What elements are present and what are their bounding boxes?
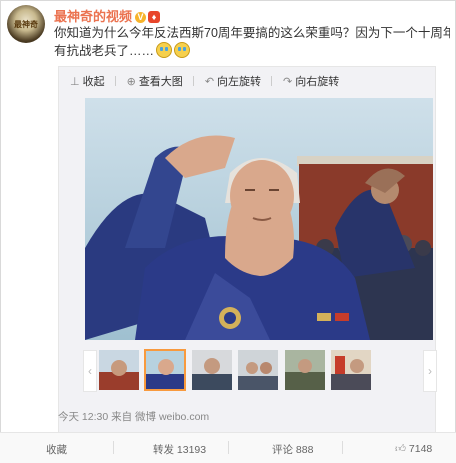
divider <box>114 76 116 86</box>
thumbnail[interactable] <box>192 350 232 390</box>
collapse-label: 收起 <box>82 76 105 88</box>
thumbnail-image <box>145 350 185 390</box>
username[interactable]: 最神奇的视频 V ♦ <box>54 6 161 25</box>
divider <box>271 76 273 86</box>
username-text[interactable]: 最神奇的视频 <box>54 9 132 24</box>
crying-emoji-icon <box>174 42 191 58</box>
post-from-label: 来自 <box>111 411 133 423</box>
main-photo[interactable] <box>85 98 433 340</box>
divider <box>113 441 114 454</box>
crying-emoji-icon <box>156 42 173 58</box>
thumbnail-image <box>192 350 232 390</box>
thumbnail[interactable] <box>285 350 325 390</box>
thumbnail-image <box>285 350 325 390</box>
vip-icon: ♦ <box>148 11 161 23</box>
rotate-right-label: 向右旋转 <box>295 76 340 88</box>
post-text: 你知道为什么今年反法西斯70周年要搞的这么荣重吗？因为下一个十周年可能就没 有抗… <box>54 24 450 60</box>
veteran-salute-photo <box>85 98 433 340</box>
thumbnail-image <box>331 350 371 390</box>
rotate-left-icon: ↶ <box>204 76 215 88</box>
thumbnail[interactable] <box>99 350 139 390</box>
action-bar: 收藏 转发 13193 评论 888 👍︎ 7148 <box>0 432 456 463</box>
collapse-icon: ⊥ <box>70 76 80 88</box>
comment-button[interactable]: 评论 888 <box>272 442 313 457</box>
collapse-button[interactable]: ⊥ 收起 <box>70 73 105 89</box>
rotate-left-label: 向左旋转 <box>217 76 262 88</box>
divider <box>342 441 343 454</box>
thumbs-up-icon: 👍︎ <box>395 443 406 455</box>
view-large-label: 查看大图 <box>138 76 183 88</box>
thumbnail-selected[interactable] <box>144 349 186 391</box>
verified-icon: V <box>135 12 147 23</box>
rotate-left-button[interactable]: ↶ 向左旋转 <box>205 73 261 89</box>
post-text-line-2: 有抗战老兵了…… <box>54 44 155 58</box>
avatar[interactable]: 最神奇 <box>7 5 45 43</box>
media-toolbar: ⊥ 收起 ⊕ 查看大图 ↶ 向左旋转 ↷ 向右旋转 <box>59 73 339 93</box>
rotate-right-icon: ↷ <box>283 76 293 88</box>
divider <box>228 441 229 454</box>
thumbnail-image <box>99 350 139 390</box>
thumbnail-image <box>238 350 278 390</box>
view-large-button[interactable]: ⊕ 查看大图 <box>127 73 183 89</box>
repost-button[interactable]: 转发 13193 <box>153 442 206 457</box>
chevron-left-icon: ‹ <box>88 364 92 378</box>
thumbnail[interactable] <box>238 350 278 390</box>
thumbs-next-button[interactable]: › <box>423 350 437 392</box>
like-count: 7148 <box>408 443 433 455</box>
post-time[interactable]: 今天 12:30 <box>58 411 108 423</box>
post-meta: 今天 12:30 来自 微博 weibo.com <box>58 409 209 424</box>
avatar-label: 最神奇 <box>14 20 38 29</box>
chevron-right-icon: › <box>428 364 432 378</box>
thumbnail[interactable] <box>331 350 371 390</box>
zoom-icon: ⊕ <box>126 76 136 88</box>
media-viewer: ⊥ 收起 ⊕ 查看大图 ↶ 向左旋转 ↷ 向右旋转 ‹ › <box>58 66 437 440</box>
divider <box>192 76 194 86</box>
post-text-line-1: 你知道为什么今年反法西斯70周年要搞的这么荣重吗？因为下一个十周年可能就没 <box>54 26 450 40</box>
thumbs-prev-button[interactable]: ‹ <box>83 350 97 392</box>
collect-button[interactable]: 收藏 <box>46 442 67 457</box>
post-source[interactable]: 微博 weibo.com <box>135 411 209 423</box>
like-button[interactable]: 👍︎ 7148 <box>395 442 432 455</box>
rotate-right-button[interactable]: ↷ 向右旋转 <box>283 73 339 89</box>
